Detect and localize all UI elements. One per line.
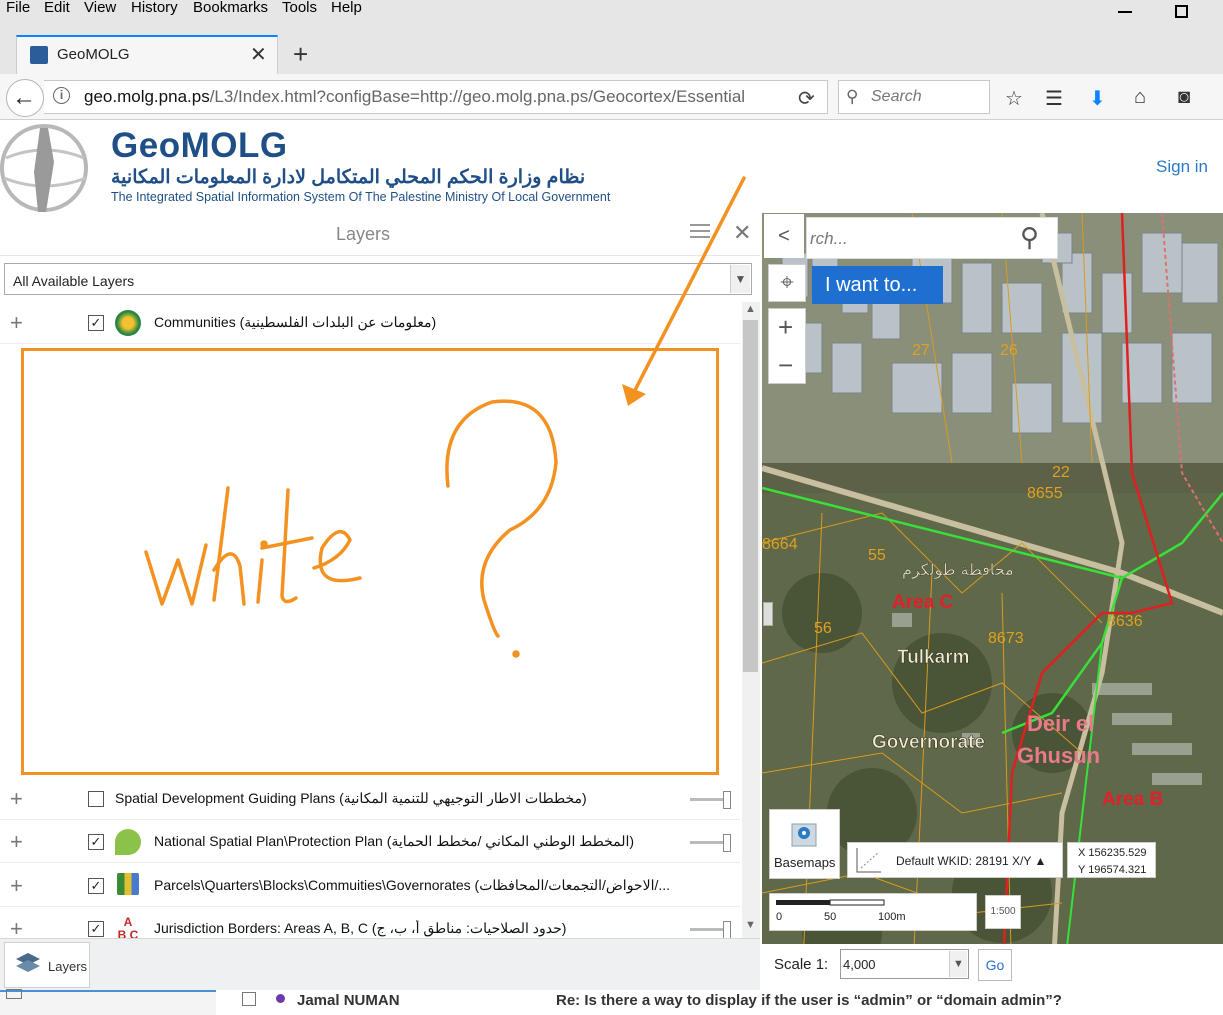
- map-label-deir-el: Deir el: [1027, 711, 1094, 736]
- unread-dot-icon: [276, 994, 285, 1003]
- go-button[interactable]: Go: [978, 949, 1012, 981]
- image-icon: [6, 989, 22, 999]
- scale-input-button[interactable]: 1:500: [985, 895, 1021, 929]
- email-subject: Re: Is there a way to display if the use…: [556, 992, 1062, 1009]
- arrow-head: [622, 384, 646, 406]
- panel-bottom-bar: [0, 938, 760, 990]
- map-collapse-button[interactable]: <: [764, 214, 804, 258]
- map-label-tulkarm-ar: محافظة طولكرم: [902, 560, 1014, 580]
- email-sender: Jamal NUMAN: [297, 992, 400, 1009]
- scale-tick: 0: [776, 911, 783, 923]
- map-label-tulkarm: Tulkarm: [897, 647, 970, 668]
- layers-tab-label: Layers: [48, 959, 88, 974]
- parcel-block: 8655: [1027, 485, 1063, 502]
- scale-input-value: 4,000: [843, 957, 876, 972]
- parcel-block: 8664: [762, 536, 798, 553]
- locate-icon[interactable]: ⌖: [768, 264, 806, 302]
- layers-stack-icon: [16, 953, 40, 972]
- zoom-in-icon[interactable]: +: [778, 312, 793, 343]
- y-coordinate: Y 196574.321: [1078, 864, 1147, 876]
- parcel-num: 27: [912, 342, 930, 359]
- zoom-out-icon[interactable]: −: [778, 350, 793, 381]
- map-label-ghusun: Ghusun: [1017, 743, 1100, 768]
- map-pin-icon: [791, 823, 817, 847]
- wkid-text: Default WKID: 28191 X/Y ▲: [896, 854, 1047, 868]
- scale-label: Scale 1:: [774, 956, 829, 973]
- map-label-area-c: Area C: [892, 592, 954, 613]
- coordinate-grid-icon: [856, 848, 881, 873]
- parcel-block: 8673: [988, 630, 1024, 647]
- parcel-num: 22: [1052, 464, 1070, 481]
- scale-bar-graphic: [776, 899, 885, 906]
- x-coordinate: X 156235.529: [1078, 847, 1147, 859]
- email-checkbox[interactable]: [242, 992, 256, 1006]
- search-icon[interactable]: ⚲: [1020, 222, 1039, 253]
- chevron-down-icon[interactable]: ▼: [949, 951, 967, 977]
- basemaps-label: Basemaps: [774, 855, 836, 870]
- panel-splitter-handle[interactable]: [763, 602, 773, 626]
- map-label-area-b: Area B: [1102, 789, 1163, 810]
- parcel-num: 56: [814, 620, 832, 637]
- map-label-governorate: Governorate: [872, 732, 985, 753]
- parcel-num: 26: [1000, 342, 1018, 359]
- parcel-num: 55: [868, 547, 886, 564]
- scale-tick: 50: [824, 911, 837, 923]
- scale-tick: 100m: [878, 911, 906, 923]
- i-want-to-button[interactable]: I want to...: [812, 266, 943, 304]
- parcel-block: 8636: [1107, 613, 1143, 630]
- map-search-placeholder: rch...: [810, 229, 848, 248]
